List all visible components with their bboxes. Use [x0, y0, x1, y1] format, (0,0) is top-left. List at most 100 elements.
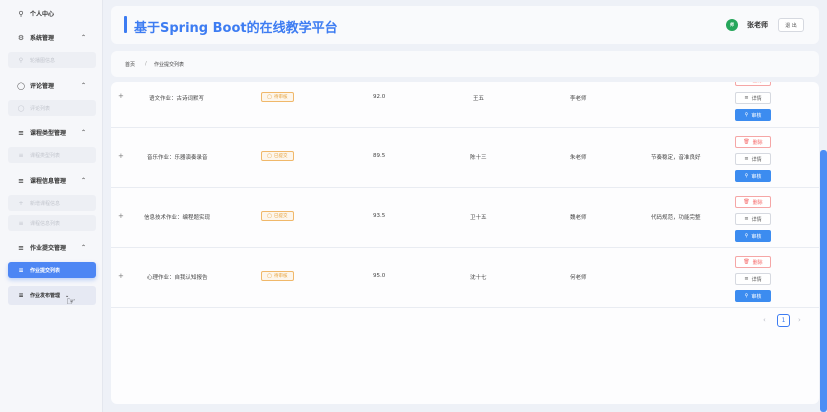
teacher-name: 朱老师 [570, 155, 587, 161]
delete-button[interactable]: 🗑 删除 [735, 82, 771, 86]
vertical-scrollbar[interactable] [820, 150, 827, 412]
sidebar-item-comments[interactable]: ◯ 评论管理 ⌃ [8, 77, 96, 94]
breadcrumb-separator: / [145, 61, 147, 67]
status-badge: ◯ 已提交 [261, 151, 294, 161]
sidebar-item-course-list[interactable]: ≡ 课程信息列表 [8, 215, 96, 231]
search-icon: ⚲ [18, 56, 24, 64]
list-icon: ≡ [18, 219, 24, 227]
gear-icon: ⚙ [17, 33, 25, 42]
pagination-page-1[interactable]: 1 [777, 314, 790, 327]
list-icon: ≡ [18, 266, 24, 274]
score: 92.0 [373, 94, 386, 100]
expand-icon[interactable]: + [118, 152, 124, 160]
plus-icon: + [18, 199, 24, 207]
trash-icon: 🗑 [743, 82, 749, 83]
sidebar: ⚲ 个人中心 ⚙ 系统管理 ⌃ ⚲ 轮播图信息 ◯ 评论管理 ⌃ ◯ 评论列表 … [0, 0, 103, 412]
score: 89.5 [373, 153, 386, 159]
detail-button[interactable]: ≡ 详情 [735, 213, 771, 225]
trash-icon: 🗑 [743, 199, 750, 205]
delete-button[interactable]: 🗑 删除 [735, 196, 771, 208]
table-panel: + 语文作业：古诗词默写 ◯ 待审核 92.0 王五 李老师 🗑 删除 ≡ 详情… [111, 82, 819, 404]
list-icon: ≡ [18, 292, 24, 299]
student-name: 王五 [473, 96, 485, 102]
list-icon: ≡ [18, 151, 24, 159]
chevron-up-icon: ⌃ [80, 34, 86, 41]
teacher-name: 何老师 [570, 275, 587, 281]
sidebar-item-label: 个人中心 [30, 11, 55, 18]
detail-button[interactable]: ≡ 详情 [735, 273, 771, 285]
sidebar-item-homework-submit-list[interactable]: ≡ 作业提交列表 [8, 262, 96, 278]
chevron-up-icon: ⌃ [80, 177, 86, 184]
breadcrumb: 首页 / 作业提交列表 [111, 51, 819, 77]
expand-icon[interactable]: + [118, 212, 124, 220]
user-icon: ⚲ [18, 9, 24, 18]
detail-button[interactable]: ≡ 详情 [735, 92, 771, 104]
sidebar-item-label: 课程信息管理 [30, 178, 67, 185]
score: 93.5 [373, 213, 386, 219]
table-row: + 语文作业：古诗词默写 ◯ 待审核 92.0 王五 李老师 🗑 删除 ≡ 详情… [111, 82, 819, 128]
sidebar-item-carousel[interactable]: ⚲ 轮播图信息 [8, 52, 96, 68]
circle-icon: ◯ [17, 104, 25, 112]
table-row: + 音乐作业：乐器演奏录音 ◯ 已提交 89.5 陈十三 朱老师 节奏稳定，音准… [111, 128, 819, 188]
delete-button[interactable]: 🗑 删除 [735, 136, 771, 148]
trash-icon: 🗑 [743, 259, 750, 265]
sidebar-item-label: 作业提交列表 [30, 267, 61, 274]
hand-cursor-icon: ☞ [66, 295, 76, 308]
sidebar-item-add-course[interactable]: + 新增课程信息 [8, 195, 96, 211]
expand-icon[interactable]: + [118, 272, 124, 280]
breadcrumb-home[interactable]: 首页 [125, 61, 135, 68]
avatar[interactable]: 师 [726, 19, 738, 31]
list-icon: ≡ [744, 156, 749, 162]
sidebar-item-homework-publish[interactable]: ≡ 作业发布管理 ⌄ [8, 286, 96, 305]
user-name: 张老师 [747, 21, 768, 29]
teacher-name: 魏老师 [570, 215, 587, 221]
review-comment: 代码规范，功能完整 [651, 215, 701, 221]
review-button[interactable]: ⚲ 审核 [735, 290, 771, 302]
sidebar-item-comment-list[interactable]: ◯ 评论列表 [8, 100, 96, 116]
sidebar-item-label: 课程类型管理 [30, 130, 67, 137]
expand-icon[interactable]: + [118, 92, 124, 100]
title-accent-bar [124, 16, 127, 33]
delete-button[interactable]: 🗑 删除 [735, 256, 771, 268]
pagination-next[interactable]: › [798, 316, 801, 324]
sidebar-item-course-type-list[interactable]: ≡ 课程类型列表 [8, 147, 96, 163]
clock-icon: ◯ [267, 213, 273, 219]
homework-title: 音乐作业：乐器演奏录音 [147, 155, 208, 161]
sidebar-item-course-info[interactable]: ≡ 课程信息管理 ⌃ [8, 172, 96, 189]
sidebar-item-label: 轮播图信息 [30, 57, 56, 64]
sidebar-item-homework-submit[interactable]: ≡ 作业提交管理 ⌃ [8, 239, 96, 256]
search-icon: ⚲ [744, 112, 749, 118]
logout-button[interactable]: 退 出 [778, 18, 804, 32]
table-row: + 信息技术作业：编程题实现 ◯ 已提交 93.5 卫十五 魏老师 代码规范，功… [111, 188, 819, 248]
sidebar-item-profile[interactable]: ⚲ 个人中心 [8, 5, 96, 22]
review-button[interactable]: ⚲ 审核 [735, 230, 771, 242]
table-row: + 心理作业：自我认知报告 ◯ 待审核 95.0 沈十七 何老师 🗑 删除 ≡ … [111, 248, 819, 308]
sidebar-item-label: 系统管理 [30, 35, 55, 42]
sidebar-item-label: 作业发布管理 [30, 293, 61, 299]
clock-icon: ◯ [267, 94, 273, 100]
list-icon: ≡ [18, 176, 24, 185]
chevron-up-icon: ⌃ [80, 129, 86, 136]
detail-button[interactable]: ≡ 详情 [735, 153, 771, 165]
top-header: 基于Spring Boot的在线教学平台 师 张老师 退 出 [111, 6, 819, 44]
pagination-prev[interactable]: ‹ [763, 316, 766, 324]
score: 95.0 [373, 273, 386, 279]
sidebar-item-label: 课程类型列表 [30, 152, 61, 159]
search-icon: ⚲ [744, 173, 749, 179]
sidebar-item-system[interactable]: ⚙ 系统管理 ⌃ [8, 29, 96, 46]
review-button[interactable]: ⚲ 审核 [735, 170, 771, 182]
sidebar-item-course-type[interactable]: ≡ 课程类型管理 ⌃ [8, 124, 96, 141]
chat-icon: ◯ [17, 81, 25, 90]
list-icon: ≡ [744, 216, 749, 222]
sidebar-item-label: 评论列表 [30, 105, 51, 112]
breadcrumb-current: 作业提交列表 [154, 62, 185, 68]
page-title: 基于Spring Boot的在线教学平台 [134, 21, 338, 36]
trash-icon: 🗑 [743, 139, 750, 145]
teacher-name: 李老师 [570, 96, 587, 102]
review-button[interactable]: ⚲ 审核 [735, 109, 771, 121]
homework-title: 心理作业：自我认知报告 [147, 275, 208, 281]
list-icon: ≡ [18, 128, 24, 137]
clock-icon: ◯ [267, 273, 273, 279]
chevron-up-icon: ⌃ [80, 244, 86, 251]
homework-title: 信息技术作业：编程题实现 [144, 215, 211, 221]
